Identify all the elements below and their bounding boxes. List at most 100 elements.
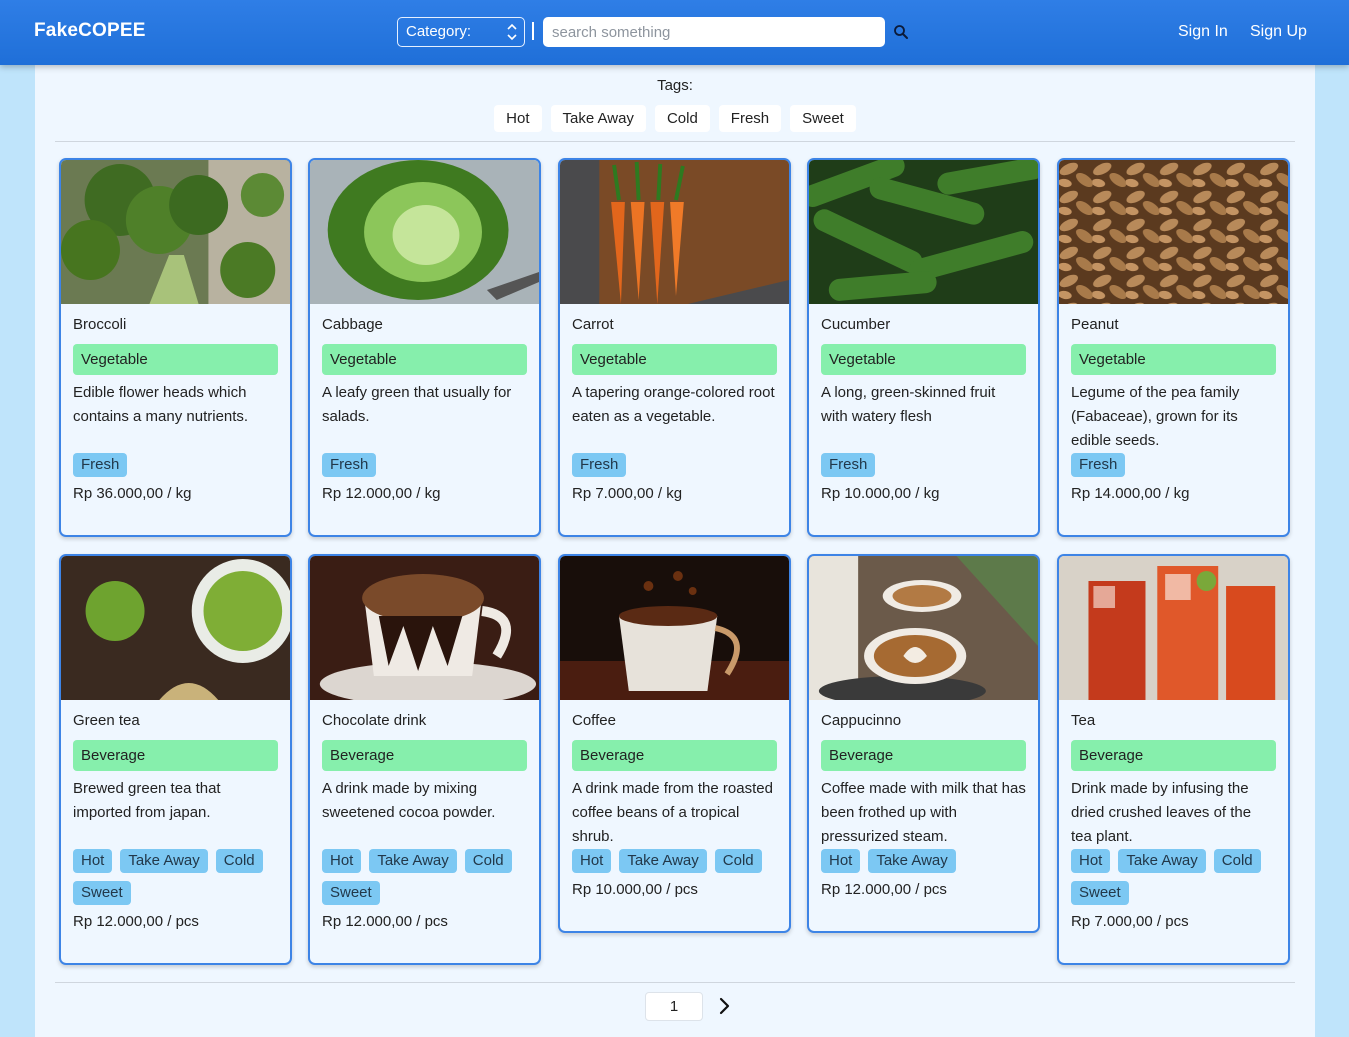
product-tags: Hot Take Away Cold <box>572 849 777 873</box>
category-badge: Beverage <box>821 740 1026 771</box>
tag-chip: Take Away <box>868 849 956 873</box>
chocolate-drink-image <box>310 556 539 700</box>
product-price: Rp 7.000,00 / pcs <box>1071 913 1189 930</box>
tag-chip: Take Away <box>619 849 707 873</box>
tag-chip: Hot <box>73 849 113 873</box>
page-number[interactable]: 1 <box>645 992 703 1021</box>
tag-chip: Fresh <box>1071 453 1126 477</box>
category-select-label: Category: <box>406 23 472 40</box>
product-tags: Hot Take Away Cold Sweet <box>73 849 278 905</box>
cabbage-image <box>310 160 539 304</box>
category-badge: Vegetable <box>572 344 777 375</box>
product-name: Carrot <box>572 316 614 333</box>
tag-chip: Take Away <box>1118 849 1206 873</box>
cappuccino-image <box>809 556 1038 700</box>
product-price: Rp 12.000,00 / pcs <box>322 913 448 930</box>
category-badge: Vegetable <box>73 344 278 375</box>
tag-chip: Hot <box>322 849 362 873</box>
tag-chip: Take Away <box>120 849 208 873</box>
tag-chip: Take Away <box>369 849 457 873</box>
product-card-body: Chocolate drink Beverage A drink made by… <box>310 700 539 933</box>
divider <box>532 22 534 40</box>
category-badge: Vegetable <box>322 344 527 375</box>
product-price: Rp 12.000,00 / pcs <box>821 881 947 898</box>
product-card[interactable]: Coffee Beverage A drink made from the ro… <box>558 554 791 933</box>
product-card[interactable]: Carrot Vegetable A tapering orange-color… <box>558 158 791 537</box>
tag-chip: Cold <box>464 849 512 873</box>
category-badge: Beverage <box>73 740 278 771</box>
product-card[interactable]: Broccoli Vegetable Edible flower heads w… <box>59 158 292 537</box>
search-input[interactable] <box>543 17 885 47</box>
tag-chip: Hot <box>821 849 861 873</box>
category-badge: Beverage <box>572 740 777 771</box>
tag-filter-row: Hot Take Away Cold Fresh Sweet <box>35 105 1315 132</box>
product-price: Rp 12.000,00 / pcs <box>73 913 199 930</box>
green-tea-image <box>61 556 290 700</box>
tag-chip: Sweet <box>1071 881 1129 905</box>
tag-chip: Cold <box>1213 849 1261 873</box>
product-card[interactable]: Tea Beverage Drink made by infusing the … <box>1057 554 1290 965</box>
product-name: Chocolate drink <box>322 712 427 729</box>
tag-filter-cold[interactable]: Cold <box>654 105 710 132</box>
product-name: Tea <box>1071 712 1096 729</box>
product-card[interactable]: Cucumber Vegetable A long, green-skinned… <box>807 158 1040 537</box>
product-description: A leafy green that usually for salads. <box>322 384 512 425</box>
product-price: Rp 7.000,00 / kg <box>572 485 683 502</box>
tag-chip: Sweet <box>73 881 131 905</box>
product-card-body: Tea Beverage Drink made by infusing the … <box>1059 700 1288 933</box>
next-page-icon[interactable] <box>717 997 731 1015</box>
product-name: Cucumber <box>821 316 891 333</box>
product-name: Coffee <box>572 712 616 729</box>
category-badge: Beverage <box>322 740 527 771</box>
product-card[interactable]: Cabbage Vegetable A leafy green that usu… <box>308 158 541 537</box>
product-name: Broccoli <box>73 316 127 333</box>
divider-bottom <box>55 982 1295 983</box>
product-description: Drink made by infusing the dried crushed… <box>1071 780 1252 845</box>
tag-filter-sweet[interactable]: Sweet <box>790 105 856 132</box>
tag-chip: Hot <box>1071 849 1111 873</box>
category-badge: Vegetable <box>1071 344 1276 375</box>
product-description: A tapering orange-colored root eaten as … <box>572 384 775 425</box>
product-tags: Hot Take Away Cold Sweet <box>322 849 527 905</box>
product-tags: Hot Take Away Cold Sweet <box>1071 849 1276 905</box>
product-name: Cappucinno <box>821 712 902 729</box>
product-card-body: Broccoli Vegetable Edible flower heads w… <box>61 304 290 505</box>
cucumber-image <box>809 160 1038 304</box>
product-card-body: Cappucinno Beverage Coffee made with mil… <box>809 700 1038 901</box>
tag-chip: Cold <box>215 849 263 873</box>
product-tags: Fresh <box>1071 453 1276 477</box>
product-card[interactable]: Cappucinno Beverage Coffee made with mil… <box>807 554 1040 933</box>
tag-chip: Sweet <box>322 881 380 905</box>
product-card[interactable]: Green tea Beverage Brewed green tea that… <box>59 554 292 965</box>
divider-top <box>55 141 1295 142</box>
product-tags: Fresh <box>322 453 527 477</box>
product-tags: Hot Take Away <box>821 849 1026 873</box>
product-card-body: Carrot Vegetable A tapering orange-color… <box>560 304 789 505</box>
carrot-image <box>560 160 789 304</box>
category-select[interactable]: Category: <box>397 17 525 47</box>
tag-filter-hot[interactable]: Hot <box>494 105 542 132</box>
tag-chip: Fresh <box>821 453 876 477</box>
sign-up-link[interactable]: Sign Up <box>1250 23 1307 41</box>
product-card-body: Cucumber Vegetable A long, green-skinned… <box>809 304 1038 505</box>
product-price: Rp 10.000,00 / kg <box>821 485 940 502</box>
product-card-body: Green tea Beverage Brewed green tea that… <box>61 700 290 933</box>
product-card[interactable]: Chocolate drink Beverage A drink made by… <box>308 554 541 965</box>
product-card-body: Peanut Vegetable Legume of the pea famil… <box>1059 304 1288 505</box>
brand-logo[interactable]: FakeCOPEE <box>34 20 146 42</box>
product-name: Green tea <box>73 712 140 729</box>
product-name: Peanut <box>1071 316 1119 333</box>
updown-chevron-icon <box>507 23 517 41</box>
tea-image <box>1059 556 1288 700</box>
tag-chip: Fresh <box>572 453 627 477</box>
main-panel: Tags: Hot Take Away Cold Fresh Sweet Bro… <box>35 65 1315 1037</box>
product-tags: Fresh <box>73 453 278 477</box>
product-name: Cabbage <box>322 316 383 333</box>
sign-in-link[interactable]: Sign In <box>1178 23 1228 41</box>
tag-filter-fresh[interactable]: Fresh <box>718 105 782 132</box>
product-card[interactable]: Peanut Vegetable Legume of the pea famil… <box>1057 158 1290 537</box>
tag-filter-take-away[interactable]: Take Away <box>550 105 646 132</box>
tag-chip: Hot <box>572 849 612 873</box>
product-card-body: Coffee Beverage A drink made from the ro… <box>560 700 789 901</box>
search-icon[interactable] <box>893 24 909 40</box>
